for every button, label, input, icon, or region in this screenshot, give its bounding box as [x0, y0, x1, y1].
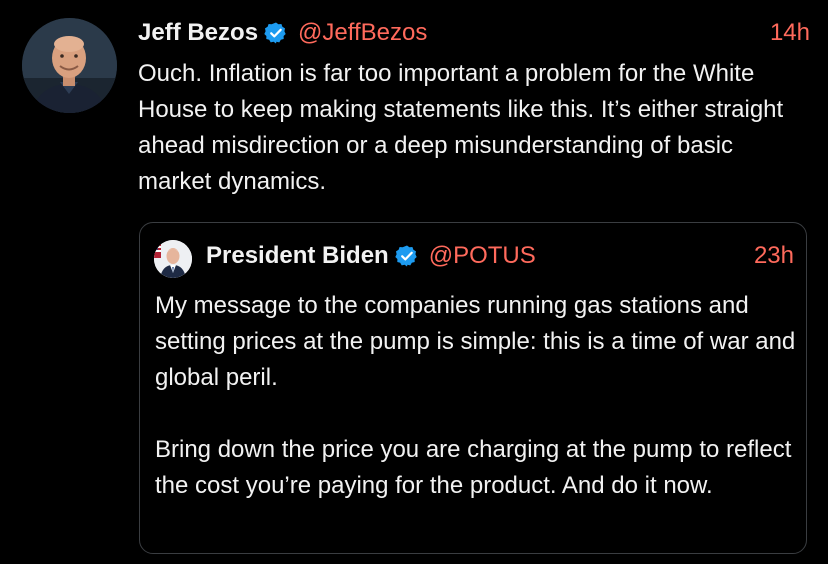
author-name[interactable]: Jeff Bezos: [138, 19, 258, 47]
quoted-tweet[interactable]: President Biden @POTUS 23h My message to…: [139, 222, 807, 554]
biden-avatar[interactable]: [154, 240, 192, 278]
verified-badge-icon: [264, 21, 288, 45]
quoted-tweet-timestamp[interactable]: 23h: [754, 242, 794, 270]
tweet-text: Ouch. Inflation is far too important a p…: [138, 60, 790, 195]
quoted-tweet-paragraph: My message to the companies running gas …: [155, 292, 796, 391]
profile-photo-icon: [154, 240, 192, 278]
tweet: Jeff Bezos @JeffBezos 14h Ouch. Inflatio…: [0, 0, 828, 564]
quoted-author-name[interactable]: President Biden: [206, 242, 389, 270]
bezos-avatar[interactable]: [22, 18, 117, 113]
tweet-header: Jeff Bezos @JeffBezos 14h: [138, 16, 810, 50]
profile-photo-icon: [22, 18, 117, 113]
tweet-timestamp[interactable]: 14h: [770, 19, 810, 47]
quoted-author-handle[interactable]: @POTUS: [429, 242, 536, 270]
quoted-tweet-text: My message to the companies running gas …: [155, 288, 800, 504]
quoted-tweet-header: President Biden @POTUS 23h: [206, 239, 794, 273]
quoted-tweet-paragraph: Bring down the price you are charging at…: [155, 436, 792, 499]
author-handle[interactable]: @JeffBezos: [298, 19, 427, 47]
verified-badge-icon: [395, 244, 419, 268]
